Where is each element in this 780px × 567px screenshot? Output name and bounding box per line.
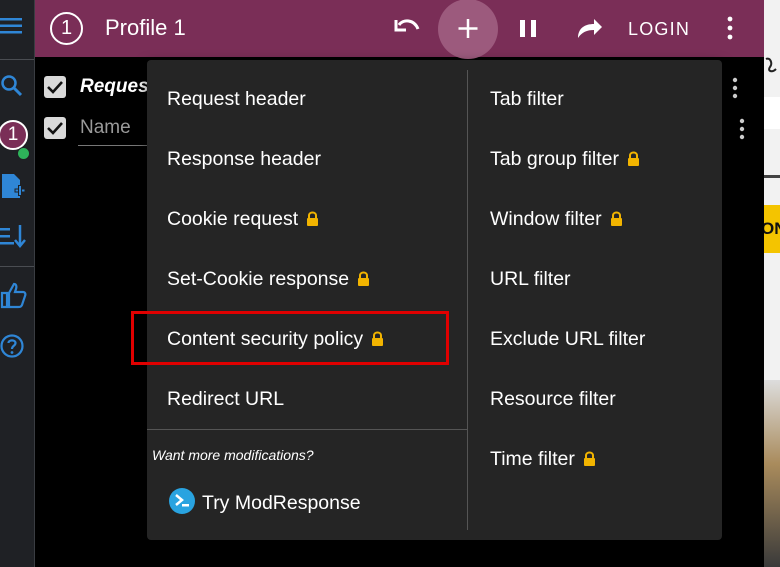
lock-icon <box>307 211 319 226</box>
more-vert-icon[interactable] <box>710 0 750 57</box>
modresponse-logo-icon <box>169 488 195 514</box>
more-modifications-hint: Want more modifications? <box>152 447 314 463</box>
menu-item-resource-filter[interactable]: Resource filter <box>490 387 616 411</box>
undo-icon[interactable] <box>388 0 428 57</box>
background-page-strip: ON <box>764 0 780 567</box>
header-row-label: Reques <box>80 76 149 97</box>
row-more-icon[interactable] <box>729 76 741 100</box>
left-rail: 1 <box>0 0 35 567</box>
pause-icon[interactable] <box>508 0 548 57</box>
menu-item-time-filter[interactable]: Time filter <box>490 447 596 471</box>
menu-item-request-header[interactable]: Request header <box>167 87 306 111</box>
try-modresponse-link[interactable]: Try ModResponse <box>169 488 361 515</box>
menu-item-label: Cookie request <box>167 208 299 230</box>
bg-line <box>764 175 780 178</box>
active-check-icon <box>17 147 30 160</box>
add-modification-menu: Request header Response header Cookie re… <box>147 60 722 540</box>
profile-title[interactable]: Profile 1 <box>105 15 186 41</box>
menu-item-label: Request header <box>167 88 306 110</box>
row-more-icon[interactable] <box>736 117 748 141</box>
menu-icon[interactable] <box>0 14 26 38</box>
lock-icon <box>610 211 622 226</box>
menu-item-exclude-url-filter[interactable]: Exclude URL filter <box>490 327 645 351</box>
menu-item-redirect-url[interactable]: Redirect URL <box>167 387 284 411</box>
menu-item-label: Window filter <box>490 208 602 230</box>
top-bar: 1 Profile 1 LOGIN <box>35 0 764 59</box>
name-input[interactable]: Name <box>80 117 131 139</box>
thumbs-up-icon[interactable] <box>0 280 28 310</box>
try-modresponse-label: Try ModResponse <box>202 492 361 514</box>
menu-item-label: Tab group filter <box>490 148 619 170</box>
menu-item-label: Set-Cookie response <box>167 268 350 290</box>
menu-item-label: Exclude URL filter <box>490 328 646 350</box>
rail-divider <box>0 266 34 267</box>
plus-icon[interactable] <box>448 0 488 57</box>
menu-section-divider <box>147 429 467 430</box>
bg-yellow-banner: ON <box>764 205 780 253</box>
lock-icon <box>583 451 595 466</box>
menu-item-window-filter[interactable]: Window filter <box>490 207 623 231</box>
menu-item-label: Redirect URL <box>167 388 285 410</box>
profile-number-badge[interactable]: 1 <box>50 12 83 45</box>
menu-item-label: Resource filter <box>490 388 616 410</box>
menu-item-cookie-request[interactable]: Cookie request <box>167 207 319 231</box>
profile-avatar[interactable]: 1 <box>0 120 28 150</box>
lock-icon <box>358 271 370 286</box>
menu-item-set-cookie-response[interactable]: Set-Cookie response <box>167 267 370 291</box>
menu-item-tab-filter[interactable]: Tab filter <box>490 87 564 111</box>
share-icon[interactable] <box>568 0 608 57</box>
highlight-box <box>131 311 449 365</box>
login-button[interactable]: LOGIN <box>628 19 690 40</box>
rail-divider <box>0 59 34 60</box>
puzzle-icon <box>765 57 777 73</box>
menu-item-url-filter[interactable]: URL filter <box>490 267 571 291</box>
menu-item-tab-group-filter[interactable]: Tab group filter <box>490 147 640 171</box>
bg-banner-text: ON <box>764 219 780 238</box>
name-row-checkbox[interactable] <box>44 117 66 139</box>
name-input-underline <box>78 145 148 146</box>
menu-item-response-header[interactable]: Response header <box>167 147 321 171</box>
menu-item-label: Response header <box>167 148 321 170</box>
sort-icon[interactable] <box>0 222 28 250</box>
menu-item-label: Time filter <box>490 448 575 470</box>
search-icon[interactable] <box>0 74 26 100</box>
add-file-icon[interactable] <box>0 172 28 202</box>
menu-item-label: Tab filter <box>490 88 564 110</box>
menu-column-divider <box>467 70 468 530</box>
lock-icon <box>628 151 639 166</box>
help-icon[interactable] <box>0 333 28 361</box>
bg-block <box>764 97 780 129</box>
menu-item-label: URL filter <box>490 268 571 290</box>
header-row-checkbox[interactable] <box>44 76 66 98</box>
bg-image <box>764 380 780 567</box>
